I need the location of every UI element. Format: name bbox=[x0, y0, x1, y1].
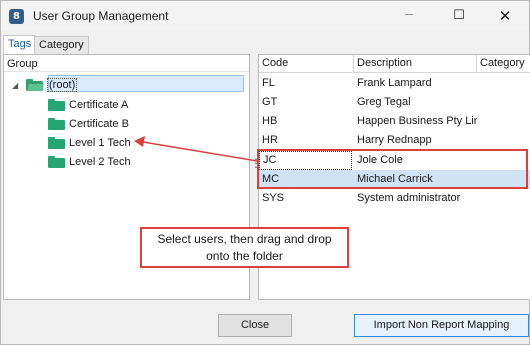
callout-line-1: Select users, then drag and drop bbox=[157, 232, 332, 246]
instruction-callout: Select users, then drag and drop onto th… bbox=[140, 227, 349, 268]
import-non-report-mapping-button[interactable]: Import Non Report Mapping bbox=[354, 314, 529, 337]
arrow-line bbox=[142, 141, 258, 162]
drag-arrow-annotation bbox=[134, 136, 258, 162]
callout-line-2: onto the folder bbox=[206, 249, 283, 263]
user-group-management-window: 8 User Group Management ─ ☐ ✕ Tags Categ… bbox=[0, 0, 530, 345]
arrow-head bbox=[134, 136, 145, 147]
close-button[interactable]: Close bbox=[218, 314, 292, 337]
